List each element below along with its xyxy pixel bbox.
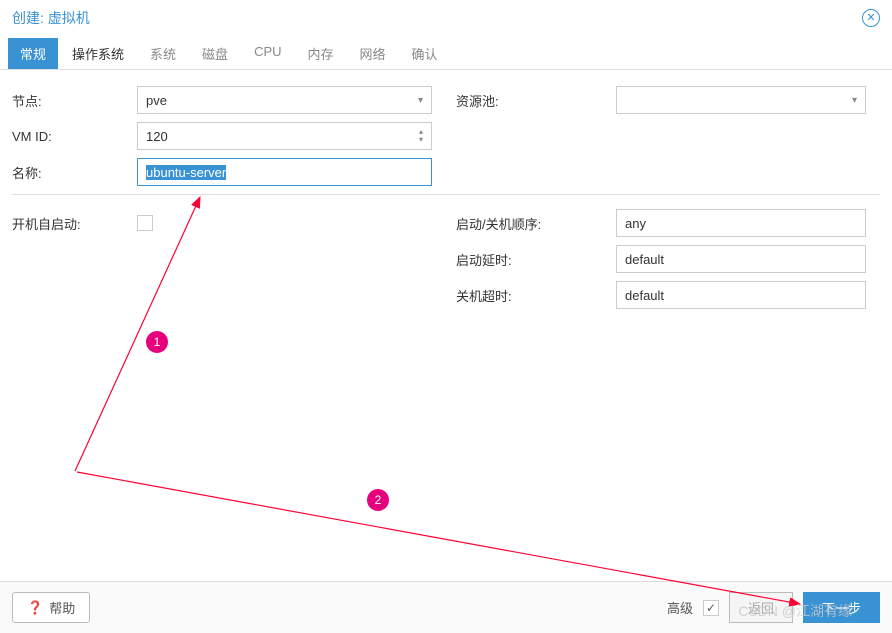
shutdown-input[interactable]: default [616, 281, 866, 309]
chevron-down-icon: ▾ [418, 95, 423, 106]
help-button[interactable]: ❓ 帮助 [12, 592, 90, 623]
name-input[interactable]: ubuntu-server [137, 158, 432, 186]
tab-general[interactable]: 常规 [8, 38, 58, 69]
spinner-buttons[interactable]: ▴▾ [419, 128, 423, 144]
chevron-down-icon: ▾ [852, 95, 857, 106]
dialog-title: 创建: 虚拟机 [12, 8, 90, 28]
tab-bar: 常规 操作系统 系统 磁盘 CPU 内存 网络 确认 [0, 36, 892, 70]
node-value: pve [146, 93, 167, 108]
tab-confirm[interactable]: 确认 [400, 38, 450, 69]
footer: ❓ 帮助 高级 返回 下一步 [0, 581, 892, 633]
help-label: 帮助 [49, 598, 75, 617]
startdelay-input[interactable]: default [616, 245, 866, 273]
shutdown-value: default [625, 288, 664, 303]
pool-select[interactable]: ▾ [616, 86, 866, 114]
node-select[interactable]: pve ▾ [137, 86, 432, 114]
create-vm-dialog: 创建: 虚拟机 ✕ 常规 操作系统 系统 磁盘 CPU 内存 网络 确认 节点:… [0, 0, 892, 633]
autostart-checkbox[interactable] [137, 215, 153, 231]
name-value: ubuntu-server [146, 165, 226, 180]
next-button[interactable]: 下一步 [803, 592, 880, 623]
title-bar: 创建: 虚拟机 ✕ [0, 0, 892, 36]
tab-cpu[interactable]: CPU [242, 38, 293, 69]
tab-os[interactable]: 操作系统 [60, 38, 136, 69]
vmid-label: VM ID: [12, 129, 137, 144]
order-value: any [625, 216, 646, 231]
form-content: 节点: pve ▾ 资源池: ▾ [0, 70, 892, 581]
tab-disk[interactable]: 磁盘 [190, 38, 240, 69]
startdelay-label: 启动延时: [456, 250, 616, 269]
autostart-label: 开机自启动: [12, 214, 137, 233]
help-icon: ❓ [27, 600, 43, 616]
vmid-spinner[interactable]: 120 ▴▾ [137, 122, 432, 150]
advanced-label: 高级 [667, 598, 693, 617]
vmid-value: 120 [146, 129, 168, 144]
order-input[interactable]: any [616, 209, 866, 237]
pool-label: 资源池: [456, 91, 616, 110]
back-button[interactable]: 返回 [729, 592, 793, 623]
tab-memory[interactable]: 内存 [296, 38, 346, 69]
tab-network[interactable]: 网络 [348, 38, 398, 69]
startdelay-value: default [625, 252, 664, 267]
name-label: 名称: [12, 163, 137, 182]
tab-system[interactable]: 系统 [138, 38, 188, 69]
node-label: 节点: [12, 91, 137, 110]
divider [12, 194, 880, 195]
close-icon[interactable]: ✕ [862, 9, 880, 27]
order-label: 启动/关机顺序: [456, 214, 616, 233]
advanced-checkbox[interactable] [703, 600, 719, 616]
shutdown-label: 关机超时: [456, 286, 616, 305]
